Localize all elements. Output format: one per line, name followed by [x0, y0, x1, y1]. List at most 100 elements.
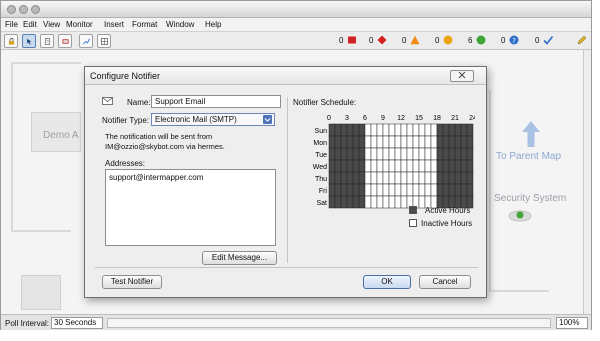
- schedule-cell[interactable]: [406, 183, 414, 197]
- schedule-cell[interactable]: [406, 123, 414, 137]
- schedule-cell[interactable]: [406, 147, 414, 161]
- schedule-cell[interactable]: [364, 195, 372, 209]
- schedule-cell[interactable]: [460, 147, 468, 161]
- schedule-cell[interactable]: [364, 123, 372, 137]
- schedule-cell[interactable]: [430, 147, 438, 161]
- schedule-cell[interactable]: [346, 147, 354, 161]
- schedule-cell[interactable]: [340, 123, 348, 137]
- schedule-cell[interactable]: [352, 195, 360, 209]
- schedule-cell[interactable]: [436, 123, 444, 137]
- schedule-cell[interactable]: [346, 195, 354, 209]
- schedule-cell[interactable]: [334, 147, 342, 161]
- schedule-cell[interactable]: [454, 147, 462, 161]
- schedule-cell[interactable]: [466, 147, 474, 161]
- schedule-cell[interactable]: [394, 195, 402, 209]
- schedule-cell[interactable]: [430, 135, 438, 149]
- schedule-cell[interactable]: [370, 159, 378, 173]
- schedule-cell[interactable]: [328, 183, 336, 197]
- menu-view[interactable]: View: [43, 20, 60, 29]
- schedule-cell[interactable]: [412, 135, 420, 149]
- schedule-cell[interactable]: [376, 159, 384, 173]
- schedule-cell[interactable]: [406, 159, 414, 173]
- schedule-cell[interactable]: [466, 183, 474, 197]
- zoom-select[interactable]: 100%: [556, 317, 588, 329]
- schedule-cell[interactable]: [328, 147, 336, 161]
- schedule-cell[interactable]: [364, 183, 372, 197]
- schedule-cell[interactable]: [334, 159, 342, 173]
- map-label-parent[interactable]: To Parent Map: [496, 151, 561, 162]
- schedule-cell[interactable]: [418, 123, 426, 137]
- schedule-cell[interactable]: [448, 171, 456, 185]
- schedule-cell[interactable]: [364, 147, 372, 161]
- chart-tool-button[interactable]: [79, 34, 93, 48]
- schedule-cell[interactable]: [436, 135, 444, 149]
- schedule-grid[interactable]: 0 3 6 9 12 15 18 21 24 Sun Mon Tue Wed Thu Fri Sat: [307, 113, 477, 215]
- schedule-cell[interactable]: [346, 171, 354, 185]
- schedule-cell[interactable]: [328, 171, 336, 185]
- schedule-cell[interactable]: [430, 159, 438, 173]
- schedule-cell[interactable]: [460, 159, 468, 173]
- schedule-cell[interactable]: [376, 183, 384, 197]
- schedule-cell[interactable]: [376, 135, 384, 149]
- schedule-cell[interactable]: [340, 183, 348, 197]
- schedule-cell[interactable]: [442, 171, 450, 185]
- edit-message-button[interactable]: Edit Message...: [202, 251, 277, 265]
- menu-window[interactable]: Window: [166, 20, 194, 29]
- schedule-cell[interactable]: [358, 147, 366, 161]
- minimize-window-button[interactable]: [19, 5, 28, 14]
- schedule-cell[interactable]: [376, 171, 384, 185]
- schedule-cell[interactable]: [394, 123, 402, 137]
- schedule-cell[interactable]: [340, 171, 348, 185]
- schedule-cell[interactable]: [382, 135, 390, 149]
- schedule-cell[interactable]: [340, 195, 348, 209]
- schedule-cell[interactable]: [340, 159, 348, 173]
- schedule-cell[interactable]: [358, 195, 366, 209]
- schedule-cell[interactable]: [358, 171, 366, 185]
- schedule-cell[interactable]: [400, 159, 408, 173]
- menu-monitor[interactable]: Monitor: [66, 20, 93, 29]
- schedule-cell[interactable]: [364, 159, 372, 173]
- schedule-cell[interactable]: [352, 147, 360, 161]
- schedule-cell[interactable]: [406, 171, 414, 185]
- schedule-cell[interactable]: [460, 123, 468, 137]
- schedule-cell[interactable]: [442, 123, 450, 137]
- notifier-name-input[interactable]: Support Email: [151, 95, 281, 108]
- schedule-cell[interactable]: [382, 183, 390, 197]
- menu-format[interactable]: Format: [132, 20, 157, 29]
- schedule-cell[interactable]: [424, 159, 432, 173]
- test-notifier-button[interactable]: Test Notifier: [102, 275, 162, 289]
- schedule-cell[interactable]: [400, 147, 408, 161]
- poll-interval-select[interactable]: 30 Seconds: [51, 317, 103, 329]
- schedule-cell[interactable]: [352, 123, 360, 137]
- schedule-cell[interactable]: [454, 123, 462, 137]
- schedule-cell[interactable]: [394, 171, 402, 185]
- schedule-cell[interactable]: [376, 123, 384, 137]
- schedule-cell[interactable]: [346, 159, 354, 173]
- schedule-cell[interactable]: [430, 183, 438, 197]
- schedule-cell[interactable]: [424, 135, 432, 149]
- schedule-cell[interactable]: [370, 183, 378, 197]
- schedule-cell[interactable]: [388, 159, 396, 173]
- schedule-cell[interactable]: [352, 159, 360, 173]
- schedule-grid-svg[interactable]: 0 3 6 9 12 15 18 21 24 Sun Mon Tue Wed Thu Fri Sat: [307, 113, 477, 213]
- addresses-textarea[interactable]: support@intermapper.com: [105, 169, 276, 246]
- schedule-cell[interactable]: [400, 195, 408, 209]
- layout-tool-button[interactable]: [97, 34, 111, 48]
- schedule-cell[interactable]: [370, 135, 378, 149]
- schedule-cell[interactable]: [334, 171, 342, 185]
- schedule-cell[interactable]: [328, 123, 336, 137]
- schedule-cell[interactable]: [328, 195, 336, 209]
- vertical-scrollbar[interactable]: [583, 50, 591, 314]
- schedule-cell[interactable]: [442, 147, 450, 161]
- cancel-button[interactable]: Cancel: [419, 275, 471, 289]
- schedule-cell[interactable]: [406, 135, 414, 149]
- schedule-cell[interactable]: [382, 171, 390, 185]
- schedule-cell[interactable]: [346, 123, 354, 137]
- text-tool-button[interactable]: [40, 34, 54, 48]
- schedule-cell[interactable]: [334, 195, 342, 209]
- schedule-cell[interactable]: [340, 135, 348, 149]
- schedule-cell[interactable]: [370, 171, 378, 185]
- schedule-cell[interactable]: [388, 171, 396, 185]
- schedule-cell[interactable]: [388, 183, 396, 197]
- schedule-cell[interactable]: [394, 159, 402, 173]
